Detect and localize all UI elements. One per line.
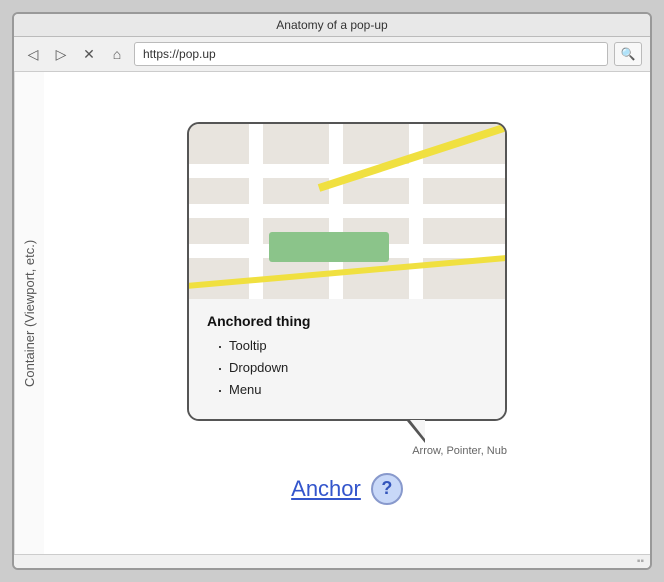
close-button[interactable]: ✕ (78, 43, 100, 65)
search-button[interactable]: 🔍 (614, 42, 642, 66)
map-green-block (269, 232, 389, 262)
anchored-list: Tooltip Dropdown Menu (207, 337, 487, 399)
list-item: Menu (217, 381, 487, 399)
main-area: Anchored thing Tooltip Dropdown Menu Arr… (44, 72, 650, 554)
anchor-link[interactable]: Anchor (291, 476, 361, 502)
resize-handle[interactable]: ▪▪ (637, 557, 644, 567)
list-item-label: Dropdown (229, 360, 288, 375)
browser-title: Anatomy of a pop-up (276, 18, 387, 32)
browser-window: Anatomy of a pop-up ◁ ▷ ✕ ⌂ 🔍 Container … (12, 12, 652, 570)
sidebar-container-label: Container (Viewport, etc.) (14, 72, 44, 554)
sidebar-text: Container (Viewport, etc.) (22, 239, 37, 386)
popup-box: Anchored thing Tooltip Dropdown Menu (187, 122, 507, 421)
map-area (189, 124, 505, 299)
anchored-thing-title: Anchored thing (207, 313, 487, 329)
list-item-label: Menu (229, 382, 262, 397)
popup-arrow (407, 421, 425, 443)
popup-container: Anchored thing Tooltip Dropdown Menu Arr… (187, 122, 507, 505)
browser-toolbar: ◁ ▷ ✕ ⌂ 🔍 (14, 37, 650, 72)
address-bar[interactable] (134, 42, 608, 66)
list-item: Dropdown (217, 359, 487, 377)
browser-statusbar: ▪▪ (14, 554, 650, 568)
map-road-h2 (189, 204, 505, 218)
browser-titlebar: Anatomy of a pop-up (14, 14, 650, 37)
forward-button[interactable]: ▷ (50, 43, 72, 65)
help-button[interactable]: ? (371, 473, 403, 505)
back-button[interactable]: ◁ (22, 43, 44, 65)
list-item: Tooltip (217, 337, 487, 355)
arrow-label: Arrow, Pointer, Nub (412, 445, 507, 457)
search-icon: 🔍 (621, 47, 636, 61)
popup-arrow-wrapper: Arrow, Pointer, Nub (187, 421, 507, 457)
popup-content: Anchored thing Tooltip Dropdown Menu (189, 299, 505, 419)
map-road-v1 (249, 124, 263, 299)
list-item-label: Tooltip (229, 338, 267, 353)
home-button[interactable]: ⌂ (106, 43, 128, 65)
bottom-row: Anchor ? (291, 473, 403, 505)
browser-content: Container (Viewport, etc.) (14, 72, 650, 554)
